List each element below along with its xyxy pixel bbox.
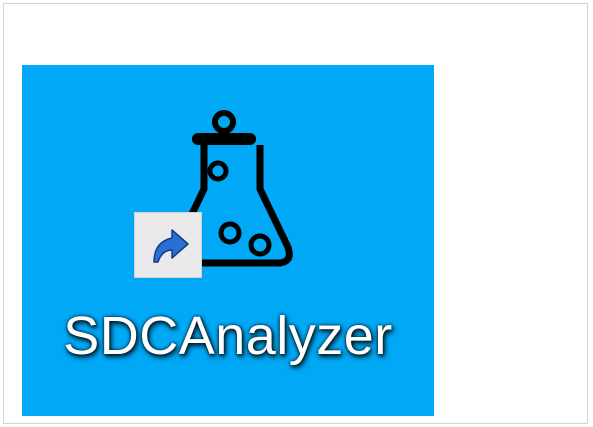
sdcanalyzer-shortcut[interactable]: SDCAnalyzer <box>22 65 434 416</box>
shortcut-arrow-icon <box>134 212 202 278</box>
window-frame: SDCAnalyzer <box>3 3 588 424</box>
icon-label: SDCAnalyzer <box>63 306 393 366</box>
